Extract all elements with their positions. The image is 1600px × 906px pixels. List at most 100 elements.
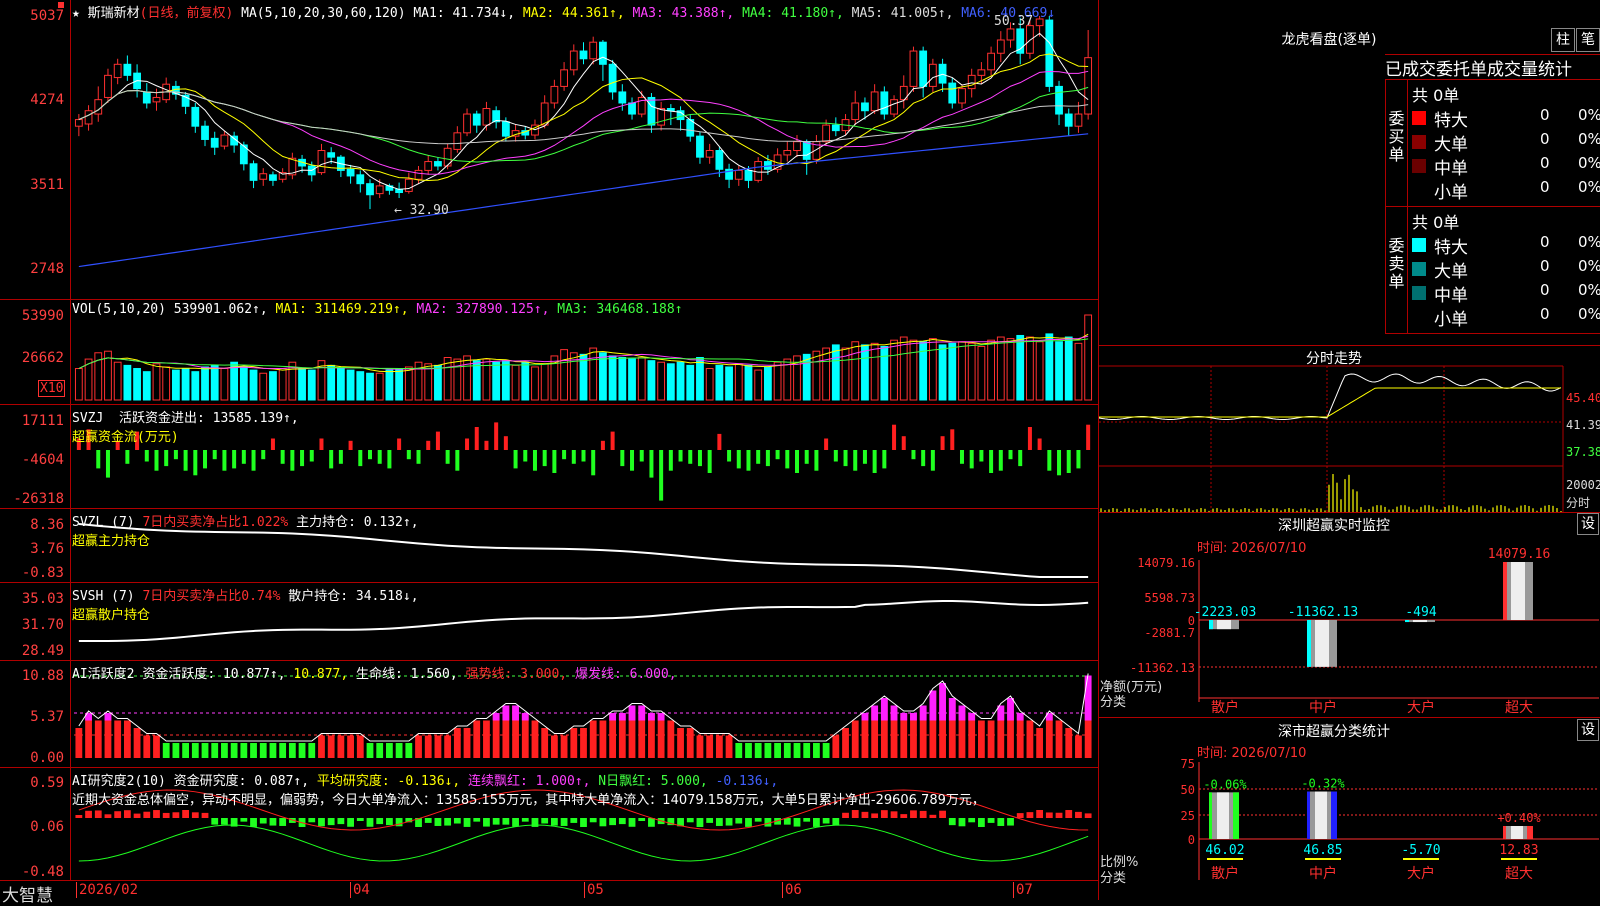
intraday-chart[interactable] [1099,346,1600,512]
research-bar [968,818,976,823]
candle [977,69,986,76]
column-view-button[interactable]: 柱 [1551,28,1575,52]
tab-volume-stats[interactable]: 成交量统计 [1487,60,1572,79]
brand-logo: 大智慧 [2,886,53,906]
research-bar [424,818,432,823]
volume-bar [715,364,724,401]
activity-bar [793,743,801,758]
x-tick: 06 [782,882,802,898]
research-line-green [78,824,1089,862]
tab-executed[interactable]: 已成交 [1385,60,1436,79]
flow-bar [862,450,867,464]
flow-bar [795,450,800,473]
research-bar [182,810,190,818]
ai-active-header: AI活跃度2 资金活跃度: 10.877↑, 10.877, 生命线: 1.56… [72,667,677,682]
flow-bar [542,450,547,467]
research-bar [250,818,257,827]
category-label: 中户 [1309,699,1337,716]
research-bar [1007,818,1014,826]
activity-bar [230,743,238,758]
candle [113,63,122,79]
row-count: 0 [1540,257,1550,275]
research-bar [1084,813,1092,818]
activity-peak [948,698,956,721]
activity-bar [813,743,820,758]
volume-bar [870,342,879,401]
row-label: 特大 [1434,111,1468,131]
legend-item: MA(5,10,20,30,60,120) [241,6,414,21]
candle [142,91,151,104]
flow-bar [523,450,528,462]
flow-bar [600,440,605,450]
candle [482,108,491,126]
flow-bar [358,450,363,467]
y-tick: 5598.73 [1144,591,1195,605]
volume-bar [880,345,889,401]
candle [696,135,704,158]
y-tick: 45.40 [1566,391,1600,405]
row-label: 大单 [1434,262,1468,282]
activity-bar [570,728,578,758]
flow-bar [377,450,382,464]
activity-bar [337,735,345,758]
volume-pane[interactable]: 53990 26662 X10 VOL(5,10,20) 539901.062↑… [0,300,1098,405]
pen-view-button[interactable]: 笔 [1576,28,1600,52]
flow-bar [717,433,722,450]
flow-bar [571,450,576,464]
volume-bar [249,369,258,401]
right-panel: 龙虎看盘(逐单) 柱 笔 已成交委托单成交量统计 委买单 共 0单 特大 0 0% 大… [1098,0,1600,900]
candle [793,141,801,152]
candlestick-chart[interactable] [0,0,1098,299]
research-bar [269,818,277,826]
flow-bar [1027,427,1032,450]
legend-item: 资金活跃度: 10.877↑, [142,667,294,682]
candle [317,150,326,174]
volume-bar [327,364,336,401]
monitor-bar-hl [1413,620,1427,623]
monitor-bar-edge [1405,620,1409,623]
research-bar [618,818,626,825]
flow-bar [552,450,557,473]
ai-active-pane[interactable]: 10.88 5.37 0.00 AI活跃度2 资金活跃度: 10.877↑, 1… [0,661,1098,768]
candle [424,161,433,171]
volume-bar [259,372,268,401]
flow-bar [532,450,537,471]
ai-research-pane[interactable]: 0.59 0.06 -0.48 AI研究度2(10) 资金研究度: 0.087↑… [0,768,1098,881]
volume-bar [540,363,549,401]
flow-bar [998,450,1003,471]
order-row: 大单 0 0% [1410,257,1600,282]
x-axis: 大智慧 2026/02 04 05 06 07 [0,881,1098,906]
stats-bar-edge [1307,791,1310,839]
flow-bar [707,450,712,473]
legend-item: 539901.062↑, [173,302,276,317]
stats-bar-edge [1233,792,1239,839]
svzl-pane[interactable]: 8.36 3.76 -0.83 SVZL (7) 7日内买卖净占比1.022% … [0,509,1098,583]
flow-bar [921,450,926,467]
x-tick: 05 [584,882,604,898]
activity-bar [1036,728,1044,758]
svzj-pane[interactable]: 17111 -4604 -26318 SVZJ 活跃资金进出: 13585.13… [0,405,1098,509]
activity-bar [211,743,219,758]
sell-label: 委卖单 [1386,207,1408,333]
monitor-bar-hl [1315,620,1329,667]
research-bar [444,818,452,826]
volume-bar [899,336,908,401]
activity-peak [657,713,665,721]
research-bar [977,818,985,827]
intraday-panel[interactable]: 分时走势 45.40 41.39 37.38 20002 分时 [1099,345,1600,513]
legend-item: 爆发线: 6.000, [574,667,677,682]
legend-item: MA2: 327890.125↑, [416,302,558,317]
candle [628,102,636,115]
svsh-pane[interactable]: 35.03 31.70 28.49 SVSH (7) 7日内买卖净占比0.74%… [0,583,1098,661]
flow-bar [125,450,130,464]
color-swatch [1412,135,1426,149]
flow-bar [203,450,208,469]
candle [210,137,219,148]
kline-pane[interactable]: 5037 4274 3511 2748 ★ 斯瑞新材(日线，前复权) MA(5,… [0,0,1098,300]
volume-bar [172,369,180,401]
row-label: 中单 [1434,159,1468,179]
flow-bar [1047,450,1052,471]
volume-bar [599,352,607,401]
research-bar [521,818,529,822]
tab-orders[interactable]: 委托单 [1436,60,1487,79]
